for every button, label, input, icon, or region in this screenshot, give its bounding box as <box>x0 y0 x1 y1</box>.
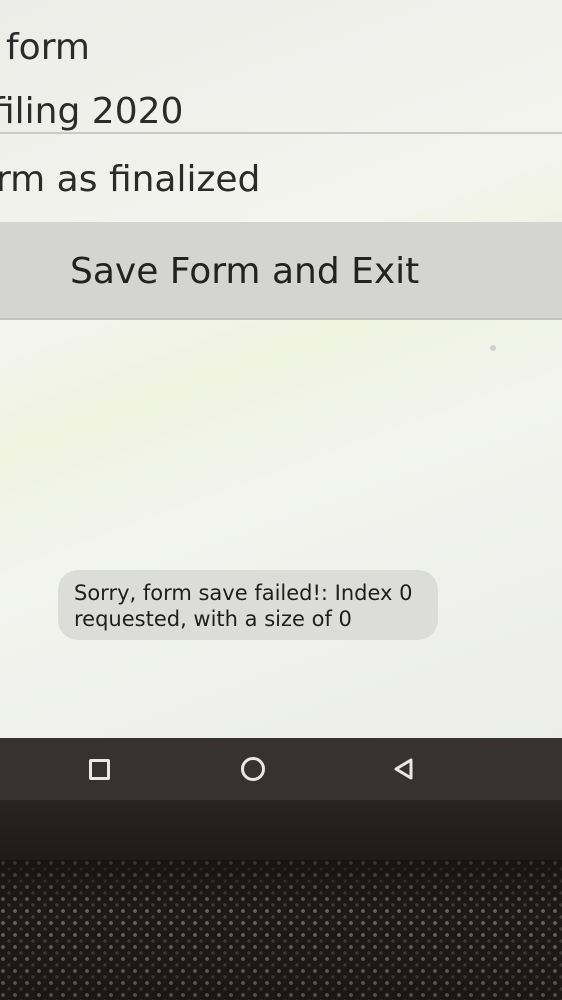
mark-finalized-option[interactable]: rm as finalized <box>0 162 260 198</box>
triangle-back-icon <box>394 758 413 780</box>
form-name-text: filing 2020 <box>0 91 184 132</box>
circle-home-icon <box>241 757 265 781</box>
error-toast: Sorry, form save failed!: Index 0 reques… <box>58 570 438 640</box>
toast-message: Sorry, form save failed!: Index 0 reques… <box>74 581 413 631</box>
back-button[interactable] <box>386 752 420 786</box>
form-label-text: form <box>6 27 90 68</box>
background-fabric <box>0 860 562 1000</box>
divider <box>0 132 562 134</box>
recent-apps-button[interactable] <box>82 752 116 786</box>
app-screen: form filing 2020 rm as finalized Save Fo… <box>0 0 562 740</box>
screen-speck <box>490 345 496 351</box>
system-navigation-bar <box>0 738 562 800</box>
save-button-label: Save Form and Exit <box>70 251 420 292</box>
square-recent-apps-icon <box>88 758 110 780</box>
device-bezel <box>0 800 562 860</box>
home-button[interactable] <box>236 752 270 786</box>
save-form-and-exit-button[interactable]: Save Form and Exit <box>0 222 562 320</box>
